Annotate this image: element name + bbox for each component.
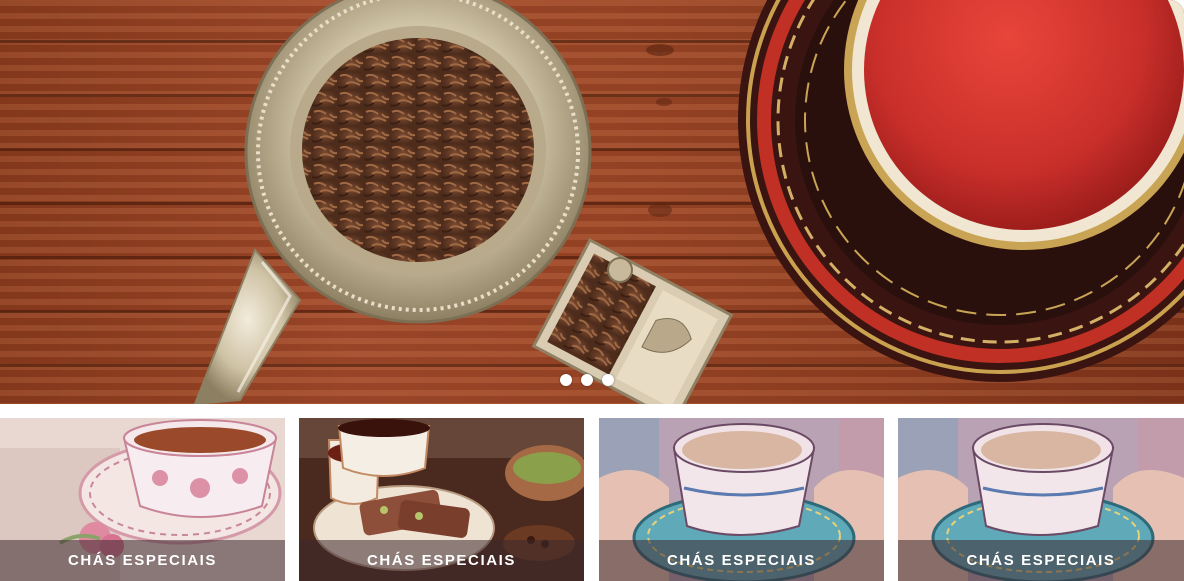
tile-caption: CHÁS ESPECIAIS <box>599 540 884 581</box>
slider-dot-2[interactable] <box>581 374 593 386</box>
page: CHÁS ESPECIAIS CHÁS ESPECIAIS CHÁS ESPEC… <box>0 0 1184 581</box>
hero-image <box>193 0 1184 404</box>
slider-dot-1[interactable] <box>560 374 572 386</box>
category-tile-4[interactable]: CHÁS ESPECIAIS <box>898 418 1184 581</box>
category-tile-2[interactable]: CHÁS ESPECIAIS <box>299 418 584 581</box>
hero-slider[interactable] <box>0 0 1184 404</box>
category-tile-1[interactable]: CHÁS ESPECIAIS <box>0 418 285 581</box>
slider-dot-3[interactable] <box>602 374 614 386</box>
tile-caption: CHÁS ESPECIAIS <box>299 540 584 581</box>
category-tile-3[interactable]: CHÁS ESPECIAIS <box>599 418 884 581</box>
slider-dots <box>560 374 614 386</box>
tile-caption: CHÁS ESPECIAIS <box>898 540 1184 581</box>
tile-caption: CHÁS ESPECIAIS <box>0 540 285 581</box>
